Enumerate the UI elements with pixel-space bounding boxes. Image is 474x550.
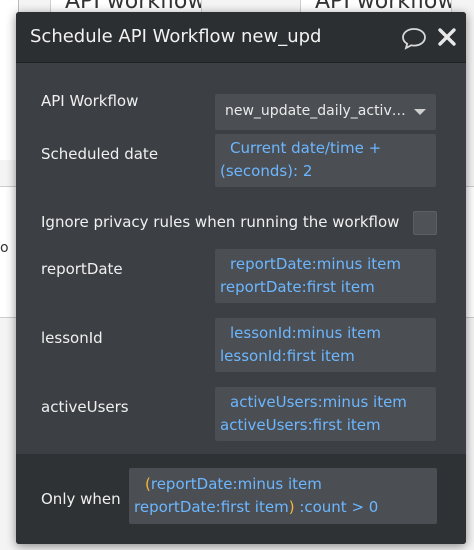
scheduled-date-line-1: Current date/time +: [230, 139, 382, 157]
comment-icon[interactable]: [401, 26, 427, 50]
only-when-field[interactable]: (reportDate:minus item reportDate:first …: [129, 468, 437, 524]
lesson-id-label: lessonId: [41, 329, 103, 347]
only-when-suffix: :count > 0: [294, 498, 379, 516]
report-date-line-2: reportDate:first item: [220, 278, 375, 296]
ignore-privacy-label: Ignore privacy rules when running the wo…: [41, 213, 400, 231]
report-date-label: reportDate: [41, 260, 123, 278]
active-users-label: activeUsers: [41, 398, 129, 416]
close-icon[interactable]: [436, 26, 458, 48]
only-when-line-2-text: reportDate:first item: [134, 498, 289, 516]
scheduled-date-label: Scheduled date: [41, 145, 159, 163]
condition-footer: Only when (reportDate:minus item reportD…: [16, 454, 466, 544]
lesson-id-line-1: lessonId:minus item: [230, 324, 381, 342]
only-when-label: Only when: [41, 490, 121, 508]
api-workflow-label: API Workflow: [41, 92, 139, 110]
only-when-line-1: (reportDate:minus item: [145, 473, 322, 496]
report-date-field[interactable]: reportDate:minus item reportDate:first i…: [215, 249, 436, 303]
schedule-api-workflow-dialog: Schedule API Workflow new_update_daily_a…: [16, 12, 466, 544]
ignore-privacy-checkbox[interactable]: [413, 211, 437, 235]
lesson-id-field[interactable]: lessonId:minus item lessonId:first item: [215, 318, 436, 372]
scheduled-date-line-2: (seconds): 2: [220, 162, 313, 180]
dialog-titlebar[interactable]: Schedule API Workflow new_update_daily_a…: [16, 12, 466, 63]
api-workflow-value: new_update_daily_active_users: [225, 103, 411, 119]
only-when-line-1-text: reportDate:minus item: [150, 475, 322, 493]
report-date-line-1: reportDate:minus item: [230, 255, 401, 273]
only-when-line-2: reportDate:first item) :count > 0: [134, 496, 378, 519]
active-users-line-2: activeUsers:first item: [220, 416, 381, 434]
background-side-text: o: [0, 240, 9, 256]
scheduled-date-field[interactable]: Current date/time + (seconds): 2: [215, 134, 436, 187]
active-users-line-1: activeUsers:minus item: [230, 393, 407, 411]
api-workflow-dropdown[interactable]: new_update_daily_active_users: [215, 94, 436, 130]
lesson-id-line-2: lessonId:first item: [220, 347, 355, 365]
chevron-down-icon: [414, 109, 426, 115]
active-users-field[interactable]: activeUsers:minus item activeUsers:first…: [215, 387, 436, 441]
dialog-title: Schedule API Workflow new_update_daily_a…: [30, 26, 320, 47]
